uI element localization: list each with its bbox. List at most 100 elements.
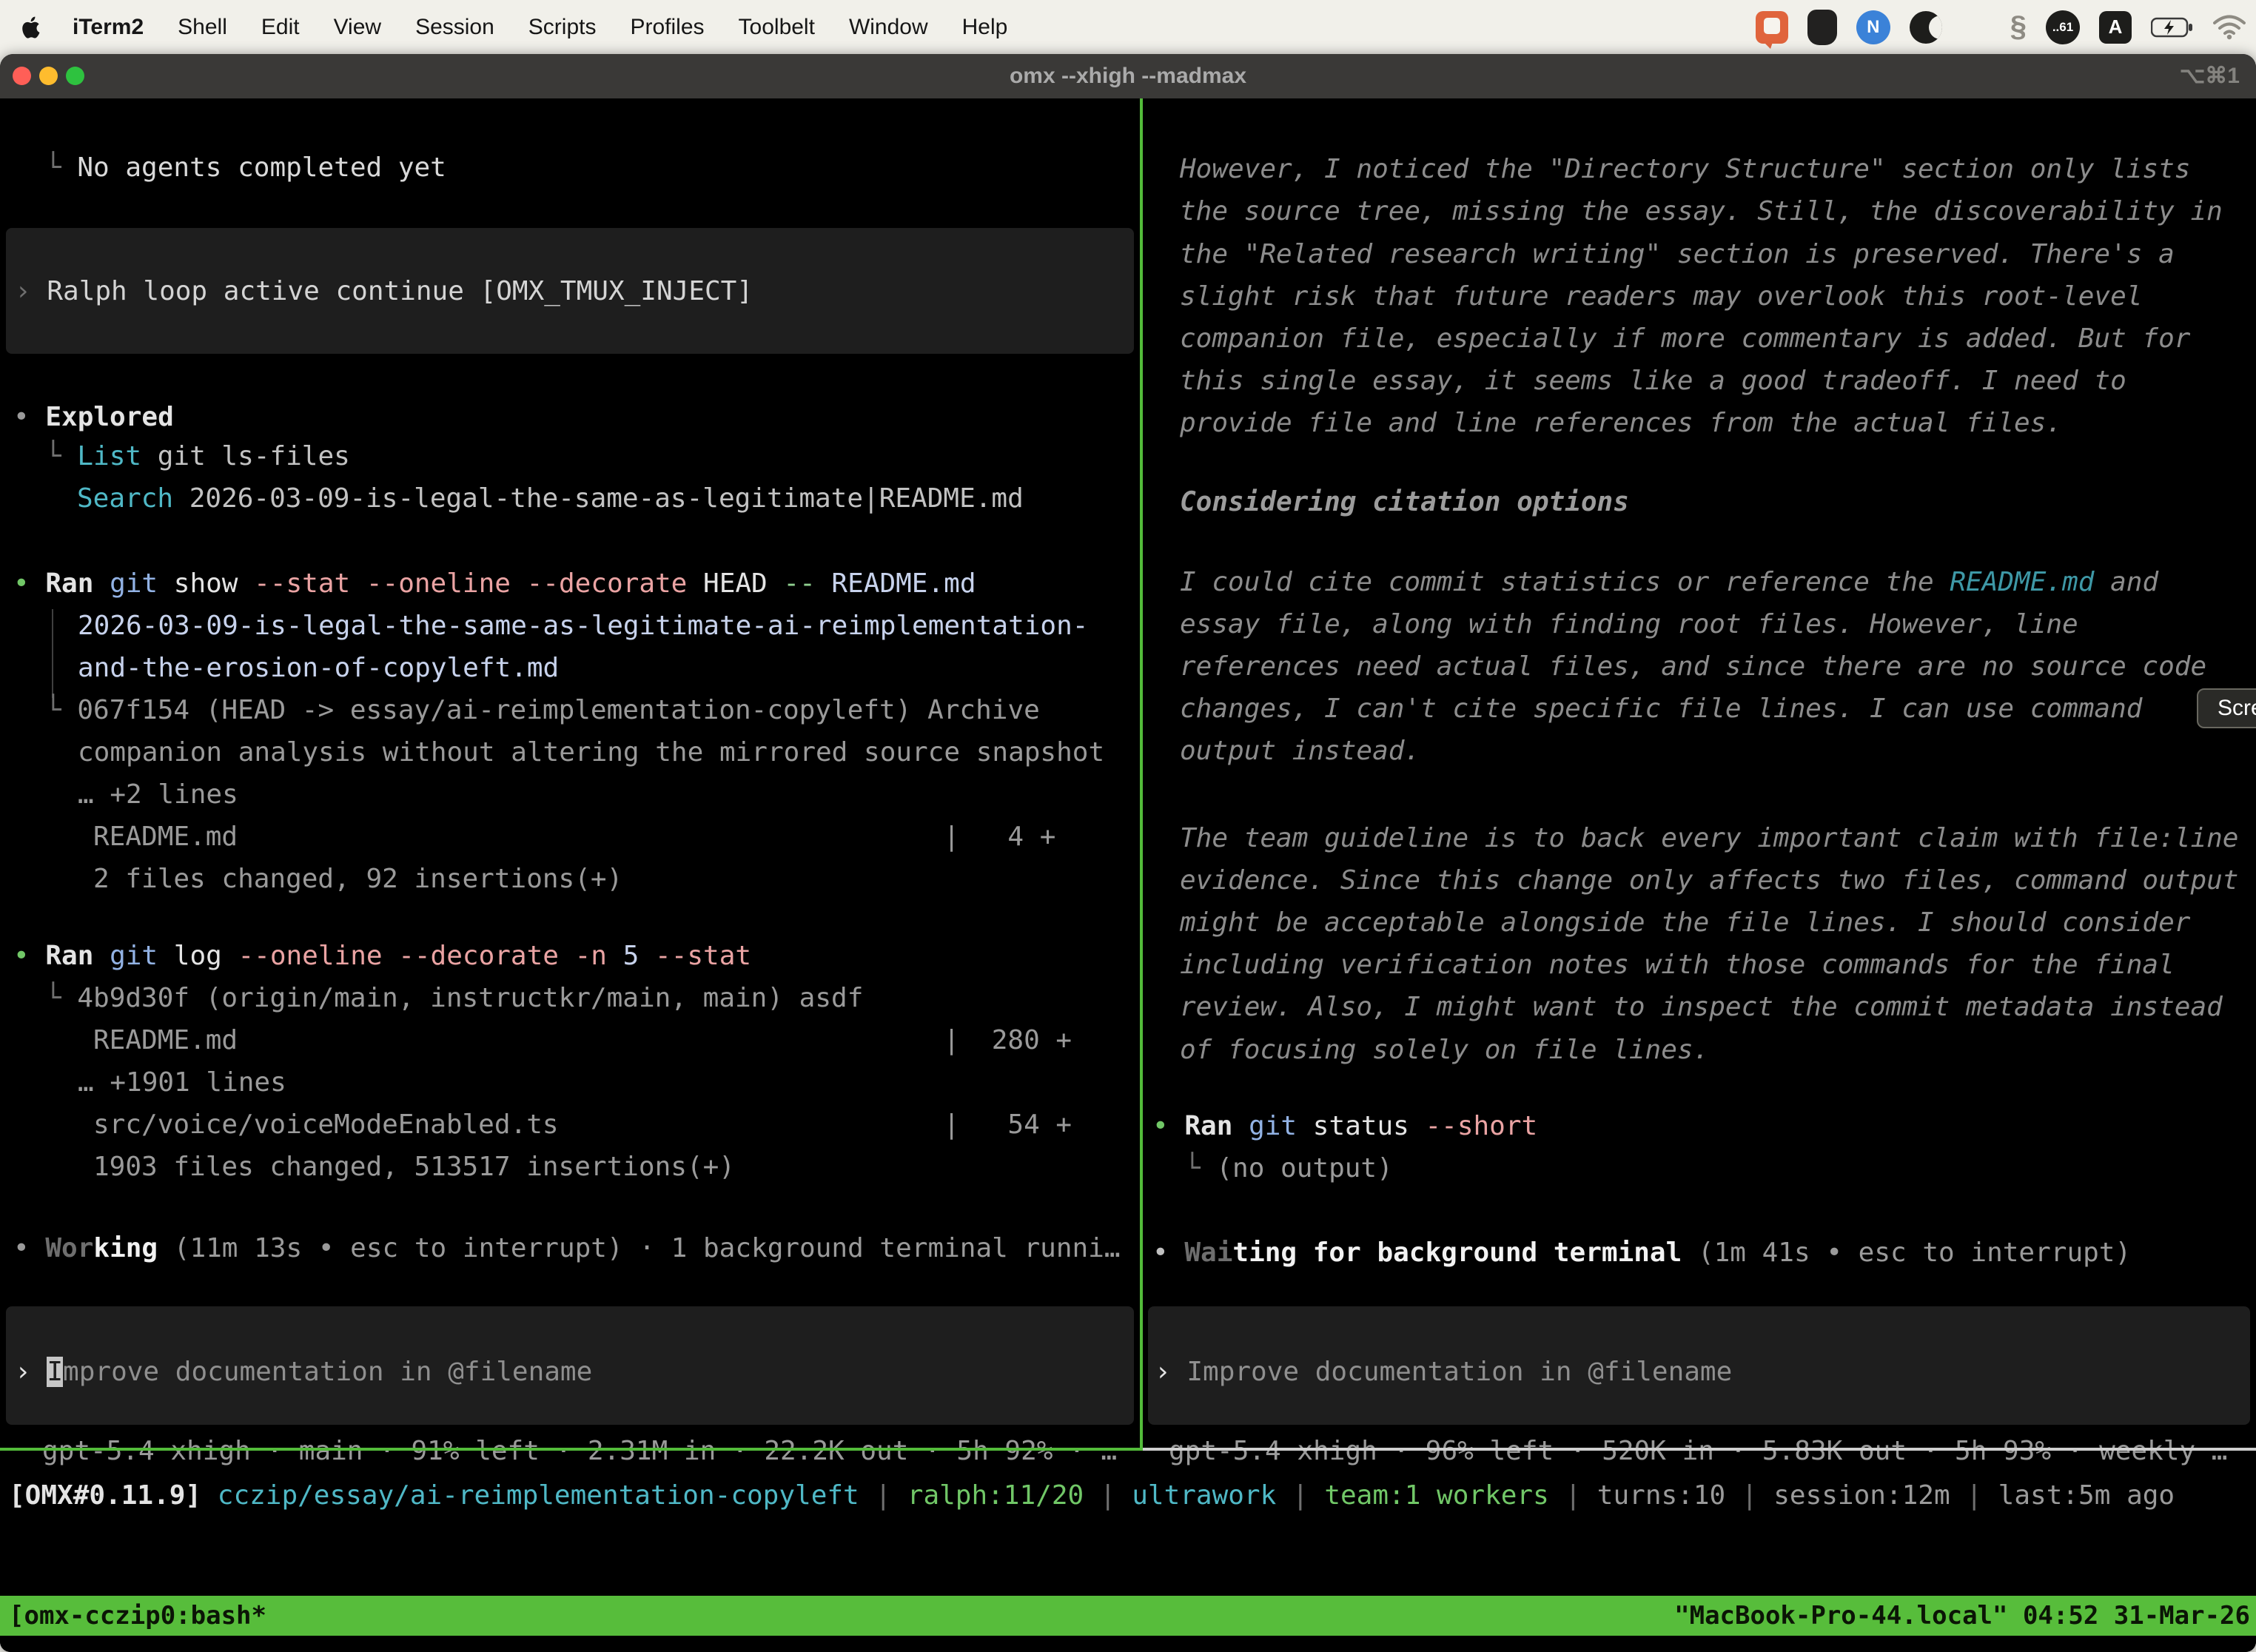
bullet-glyph: •: [1152, 1111, 1184, 1141]
prompt-chevron: ›: [15, 1357, 47, 1387]
wifi-icon[interactable]: [2213, 15, 2246, 40]
ran-git-log-line: • Ran git log --oneline --decorate -n 5 …: [13, 935, 751, 977]
git-show-output-line: └ 067f154 (HEAD -> essay/ai-reimplementa…: [45, 689, 1040, 731]
thinking-text-line: provide file and line references from th…: [1180, 402, 2062, 444]
readme-link: README.md: [1950, 567, 2094, 597]
thinking-text-line: the source tree, missing the essay. Stil…: [1180, 190, 2223, 232]
menu-item-shell[interactable]: Shell: [178, 15, 227, 40]
pane-divider[interactable]: [1140, 98, 1143, 1451]
tree-branch-glyph: └: [45, 441, 77, 471]
omx-session: session:12m: [1773, 1480, 1950, 1511]
input-source-letter: A: [2109, 16, 2123, 38]
apple-menu-icon[interactable]: [21, 15, 43, 40]
agents-note-line: └ No agents completed yet: [45, 147, 446, 189]
thinking-text-line: of focusing solely on file lines.: [1180, 1029, 1709, 1071]
hook-icon[interactable]: §: [2010, 10, 2027, 44]
bullet-glyph: •: [13, 1233, 45, 1263]
git-log-output-line: … +1901 lines: [78, 1061, 286, 1104]
tree-branch-glyph: └: [1184, 1153, 1216, 1183]
explored-list-line: └ List git ls-files: [45, 435, 350, 477]
bullet-glyph: •: [13, 402, 45, 432]
git-log-summary-line: 1903 files changed, 513517 insertions(+): [93, 1146, 735, 1188]
menu-items: iTerm2 Shell Edit View Session Scripts P…: [73, 15, 1007, 40]
shield-grid-icon[interactable]: [1807, 10, 1837, 45]
explored-heading: • Explored: [13, 396, 174, 438]
badge-letter: N: [1867, 17, 1879, 38]
right-prompt-line[interactable]: › Improve documentation in @filename: [1155, 1351, 1732, 1393]
menu-status-icons: N § ..61 A: [1756, 0, 2246, 54]
blue-badge-icon[interactable]: N: [1856, 10, 1890, 44]
right-pane-border: [1143, 1448, 2256, 1451]
omx-team: team:1 workers: [1324, 1480, 1548, 1511]
thinking-text-line: The team guideline is to back every impo…: [1180, 817, 2238, 859]
input-source-icon[interactable]: A: [2099, 11, 2132, 44]
battery-icon[interactable]: [2151, 16, 2194, 38]
menu-item-edit[interactable]: Edit: [261, 15, 300, 40]
ran-git-show-line: • Ran git show --stat --oneline --decora…: [13, 563, 976, 605]
tree-branch-glyph: └: [45, 152, 77, 183]
menu-item-view[interactable]: View: [334, 15, 381, 40]
menu-item-iterm2[interactable]: iTerm2: [73, 15, 144, 40]
dark-crescent-icon[interactable]: [1910, 11, 1942, 44]
left-model-status-line: gpt-5.4 xhigh · main · 91% left · 2.31M …: [42, 1430, 1117, 1472]
desktop: iTerm2 Shell Edit View Session Scripts P…: [0, 0, 2256, 1652]
prompt-chevron: ›: [1155, 1357, 1186, 1387]
dots-grid-icon[interactable]: [1961, 13, 1991, 42]
git-log-stat-line: src/voice/voiceModeEnabled.ts | 54 +: [93, 1104, 1072, 1146]
git-show-stat-line: README.md | 4 +: [93, 816, 1055, 858]
bullet-glyph: •: [13, 568, 45, 599]
terminal-content[interactable]: └ No agents completed yet › Ralph loop a…: [0, 98, 2256, 1652]
thinking-text-line: evidence. Since this change only affects…: [1180, 859, 2238, 901]
omx-branch-path: cczip/essay/ai-reimplementation-copyleft: [201, 1480, 859, 1511]
menu-item-profiles[interactable]: Profiles: [630, 15, 704, 40]
thinking-text-line: companion file, especially if more comme…: [1180, 318, 2190, 360]
git-show-output-line: companion analysis without altering the …: [78, 731, 1104, 773]
ran-git-status-line: • Ran git status --short: [1152, 1105, 1537, 1147]
left-pane-border: [0, 1448, 1140, 1451]
screenshot-app-icon[interactable]: [1756, 11, 1788, 44]
tmux-host-clock: "MacBook-Pro-44.local" 04:52 31-Mar-26: [1674, 1596, 2250, 1636]
iterm-window: omx --xhigh --madmax ⌥⌘1 └ No agents com…: [0, 54, 2256, 1652]
timer-badge-icon[interactable]: ..61: [2046, 10, 2080, 44]
thinking-text-line: including verification notes with those …: [1180, 944, 2175, 986]
git-log-stat-line: README.md | 280 +: [93, 1019, 1072, 1061]
left-prompt-line[interactable]: › Improve documentation in @filename: [15, 1351, 592, 1393]
tree-guide-line: [52, 609, 53, 698]
omx-turns: turns:10: [1597, 1480, 1725, 1511]
omx-mode: ultrawork: [1132, 1480, 1276, 1511]
thinking-heading: Considering citation options: [1180, 481, 1629, 523]
git-show-output-line: … +2 lines: [78, 773, 238, 816]
thinking-text-line: However, I noticed the "Directory Struct…: [1180, 148, 2190, 190]
timer-value: ..61: [2052, 20, 2073, 35]
git-log-output-line: └ 4b9d30f (origin/main, instructkr/main,…: [45, 977, 863, 1019]
thinking-text-line: essay file, along with finding root file…: [1180, 603, 2078, 645]
tmux-session-name: [omx-cczip0:bash*: [9, 1596, 266, 1636]
window-title: omx --xhigh --madmax: [0, 54, 2256, 98]
working-status-line: • Working (11m 13s • esc to interrupt) ·…: [13, 1227, 1121, 1269]
hook-glyph: §: [2010, 10, 2027, 44]
menu-item-scripts[interactable]: Scripts: [528, 15, 597, 40]
tmux-status-bar: [omx-cczip0:bash* "MacBook-Pro-44.local"…: [0, 1596, 2256, 1636]
right-model-status-line: gpt-5.4 xhigh · 96% left · 520K in · 5.8…: [1169, 1430, 2227, 1472]
text-cursor: I: [47, 1357, 63, 1387]
omx-version: [OMX#0.11.9]: [9, 1480, 201, 1511]
menu-item-toolbelt[interactable]: Toolbelt: [739, 15, 815, 40]
menu-bar: iTerm2 Shell Edit View Session Scripts P…: [0, 0, 2256, 54]
omx-status-bar: [OMX#0.11.9] cczip/essay/ai-reimplementa…: [9, 1474, 2175, 1517]
title-bar[interactable]: omx --xhigh --madmax ⌥⌘1: [0, 54, 2256, 98]
git-show-arg-line: and-the-erosion-of-copyleft.md: [78, 647, 559, 689]
thinking-text-line: review. Also, I might want to inspect th…: [1180, 986, 2223, 1028]
omx-last: last:5m ago: [1998, 1480, 2175, 1511]
thinking-text-line: I could cite commit statistics or refere…: [1180, 561, 2158, 603]
thinking-text-line: the "Related research writing" section i…: [1180, 233, 2175, 275]
tree-branch-glyph: └: [45, 695, 77, 725]
menu-item-session[interactable]: Session: [415, 15, 494, 40]
thinking-text-line: this single essay, it seems like a good …: [1180, 360, 2126, 402]
menu-item-help[interactable]: Help: [962, 15, 1008, 40]
thinking-text-line: slight risk that future readers may over…: [1180, 275, 2142, 318]
menu-item-window[interactable]: Window: [849, 15, 928, 40]
screen-share-tooltip: Scre: [2197, 688, 2256, 728]
git-show-summary-line: 2 files changed, 92 insertions(+): [93, 858, 622, 900]
thinking-text-line: references need actual files, and since …: [1180, 645, 2206, 688]
tree-branch-glyph: └: [45, 983, 77, 1013]
